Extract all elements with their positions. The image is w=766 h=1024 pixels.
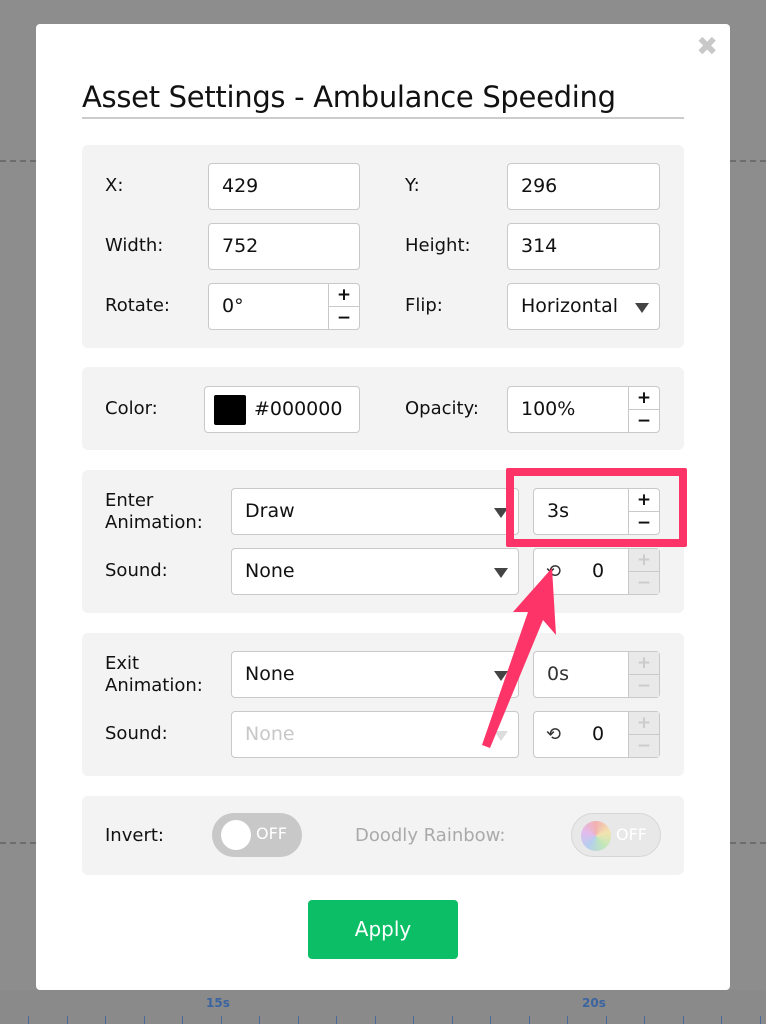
arrow-shape: [482, 568, 556, 748]
annotation-arrow: [482, 568, 556, 748]
